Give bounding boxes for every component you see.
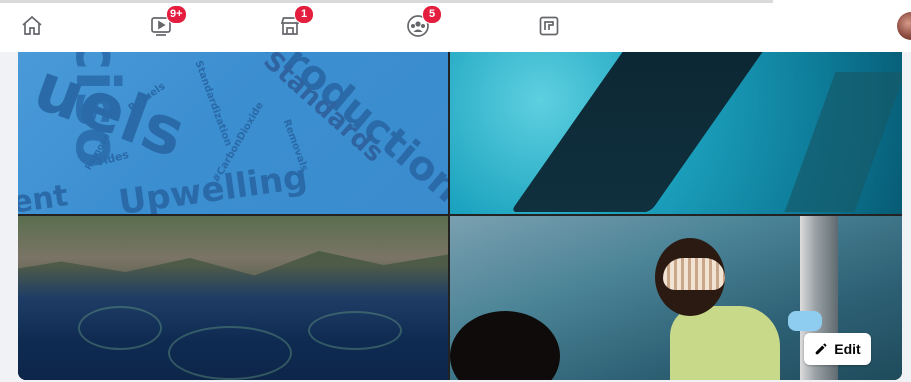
nav-video-button[interactable]: 9+ [139,5,187,44]
researcher-glove [788,311,822,331]
edit-cover-button[interactable]: Edit [804,333,871,365]
underwater-sensor-image [450,52,902,214]
algae-swirl [168,326,292,380]
gaming-icon [539,16,559,36]
underwater-structure [784,72,902,212]
satellite-coast-image [18,216,448,380]
marketplace-notification-badge: 1 [294,5,314,24]
wordcloud-word: ent [18,178,71,214]
algae-swirl [308,311,402,350]
wordcloud-word: Upwelling [116,156,310,214]
wordcloud-image: Inciso uels Production Standards Upwelli… [18,52,448,214]
underwater-pier [510,52,770,212]
researcher-visor [663,258,725,290]
groups-notification-badge: 5 [422,5,442,24]
profile-avatar[interactable] [897,12,911,40]
algae-swirl [78,306,162,350]
edit-cover-label: Edit [834,341,861,357]
foreground-head [450,311,560,380]
researcher-shirt [670,306,780,380]
coastline-land [18,216,448,276]
nav-gaming-button[interactable] [527,8,571,44]
video-notification-badge: 9+ [166,5,187,24]
nav-home-button[interactable] [10,8,54,44]
page-loading-bar [0,0,773,3]
top-navbar: 9+ 1 5 [0,0,911,52]
nav-groups-button[interactable]: 5 [396,5,442,44]
wordcloud-word: Standardization [192,59,234,148]
cover-photo: Inciso uels Production Standards Upwelli… [18,52,902,380]
home-icon [22,15,42,35]
nav-marketplace-button[interactable]: 1 [268,5,314,44]
pencil-icon [816,343,827,355]
